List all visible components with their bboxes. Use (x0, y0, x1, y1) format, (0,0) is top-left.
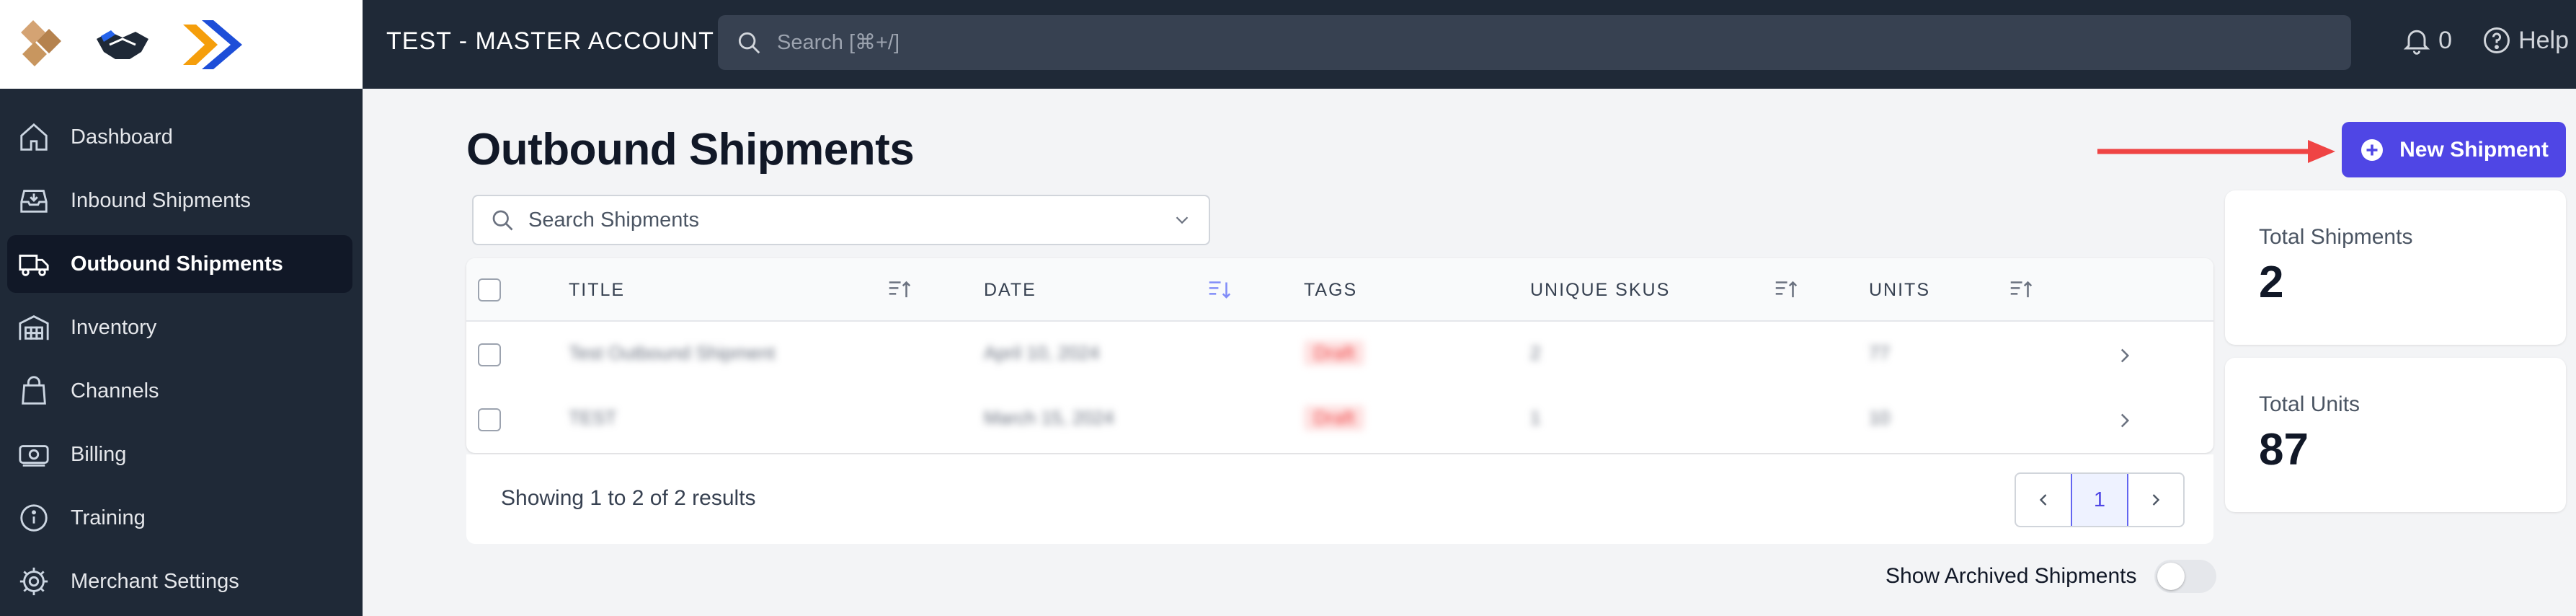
row-tag: Draft (1304, 405, 1365, 431)
brand-logo-diamonds-icon (21, 19, 61, 66)
sidebar-item-label: Inbound Shipments (71, 188, 251, 212)
next-page-button[interactable] (2128, 474, 2183, 526)
annotation-arrow-icon (2097, 140, 2335, 163)
sidebar-item-channels[interactable]: Channels (7, 362, 352, 420)
sidebar-item-label: Outbound Shipments (71, 252, 283, 276)
global-search[interactable] (718, 15, 2351, 70)
plus-circle-icon (2361, 138, 2384, 161)
sort-ascending-icon[interactable] (1772, 276, 1800, 303)
stat-card-total-units: Total Units 87 (2225, 358, 2566, 512)
table-footer: Showing 1 to 2 of 2 results 1 (466, 454, 2213, 544)
row-date: March 15, 2024 (984, 407, 1114, 428)
sidebar-item-label: Channels (71, 379, 159, 402)
shipment-search-input[interactable] (528, 200, 1158, 240)
show-archived-label: Show Archived Shipments (1886, 564, 2137, 588)
sidebar-item-label: Inventory (71, 315, 157, 339)
new-shipment-label: New Shipment (2399, 137, 2549, 162)
shipment-search[interactable] (472, 195, 1210, 245)
column-header-date[interactable]: DATE (984, 280, 1036, 301)
pagination: 1 (2015, 472, 2185, 527)
chevron-right-icon (2152, 494, 2160, 506)
chevron-left-icon (2039, 494, 2047, 506)
results-summary: Showing 1 to 2 of 2 results (501, 486, 756, 510)
header-actions: 0 Help (2401, 25, 2569, 56)
search-icon (492, 210, 513, 231)
column-header-title[interactable]: TITLE (569, 280, 625, 301)
stat-card-total-shipments: Total Shipments 2 (2225, 190, 2566, 345)
sidebar-item-label: Training (71, 506, 146, 529)
cash-icon (19, 445, 49, 467)
search-icon (738, 32, 760, 54)
row-title: Test Outbound Shipment (569, 342, 776, 364)
home-icon (20, 123, 48, 151)
sort-descending-icon[interactable] (1206, 276, 1233, 303)
gear-icon (19, 567, 48, 596)
show-archived-toggle[interactable] (2154, 560, 2216, 593)
stat-value: 87 (2259, 425, 2309, 475)
row-date: April 10, 2024 (984, 342, 1100, 364)
sidebar-item-label: Billing (71, 442, 127, 466)
sidebar-item-training[interactable]: Training (7, 489, 352, 547)
help-button[interactable]: Help (2481, 25, 2569, 56)
column-header-tags: TAGS (1304, 280, 1358, 300)
row-tag: Draft (1304, 340, 1365, 366)
sort-ascending-icon[interactable] (2007, 276, 2035, 303)
row-unique-skus: 2 (1530, 342, 1541, 364)
show-archived-control: Show Archived Shipments (1886, 560, 2216, 593)
notification-count: 0 (2438, 26, 2453, 54)
table-row[interactable]: TEST March 15, 2024 Draft 1 10 (466, 388, 2213, 453)
sidebar-item-label: Dashboard (71, 125, 173, 149)
sidebar-item-dashboard[interactable]: Dashboard (7, 108, 352, 166)
stat-value: 2 (2259, 258, 2284, 307)
bell-icon (2403, 30, 2430, 55)
new-shipment-button[interactable]: New Shipment (2342, 122, 2566, 177)
row-units: 77 (1869, 342, 1890, 364)
table-row[interactable]: Test Outbound Shipment April 10, 2024 Dr… (466, 323, 2213, 388)
toggle-knob (2157, 563, 2185, 590)
row-checkbox[interactable] (478, 343, 501, 366)
logo-bar (0, 0, 363, 89)
row-units: 10 (1869, 407, 1890, 428)
handshake-logo-icon (97, 30, 148, 59)
sidebar: Dashboard Inbound Shipments Outbound Shi… (0, 0, 363, 616)
notifications-button[interactable]: 0 (2401, 25, 2452, 56)
chevron-right-icon[interactable] (2113, 343, 2137, 368)
global-search-input[interactable] (777, 21, 2351, 64)
question-circle-icon (2484, 27, 2510, 53)
page-number-button[interactable]: 1 (2071, 474, 2128, 526)
shopping-bag-icon (22, 376, 46, 405)
page-title: Outbound Shipments (466, 125, 915, 175)
previous-page-button[interactable] (2016, 474, 2071, 526)
sidebar-item-merchant-settings[interactable]: Merchant Settings (7, 553, 352, 610)
sidebar-item-inventory[interactable]: Inventory (7, 299, 352, 356)
sidebar-item-outbound-shipments[interactable]: Outbound Shipments (7, 235, 352, 293)
chevron-right-icon[interactable] (2113, 408, 2137, 433)
chevrons-logo-icon (183, 19, 242, 69)
chevron-down-icon[interactable] (1171, 209, 1193, 231)
table-header: TITLE DATE TAGS UNIQUE SKUS UNITS (466, 258, 2213, 322)
inbox-icon (20, 190, 48, 213)
stat-label: Total Shipments (2259, 225, 2413, 249)
warehouse-icon (19, 315, 49, 340)
column-header-units[interactable]: UNITS (1869, 280, 1930, 301)
info-icon (20, 504, 48, 532)
sidebar-nav: Dashboard Inbound Shipments Outbound Shi… (0, 108, 363, 616)
sidebar-item-label: Merchant Settings (71, 569, 239, 593)
stat-label: Total Units (2259, 392, 2360, 416)
select-all-checkbox[interactable] (478, 278, 501, 302)
help-label: Help (2518, 26, 2569, 54)
row-unique-skus: 1 (1530, 407, 1541, 428)
truck-icon (19, 255, 49, 276)
top-header: TEST - MASTER ACCOUNT 0 Help (363, 0, 2576, 89)
column-header-unique-skus[interactable]: UNIQUE SKUS (1530, 280, 1670, 301)
shipments-table: TITLE DATE TAGS UNIQUE SKUS UNITS Test O… (466, 258, 2213, 453)
row-title: TEST (569, 407, 617, 428)
row-checkbox[interactable] (478, 408, 501, 431)
sidebar-item-billing[interactable]: Billing (7, 426, 352, 483)
sidebar-item-inbound-shipments[interactable]: Inbound Shipments (7, 172, 352, 229)
account-name[interactable]: TEST - MASTER ACCOUNT (386, 27, 714, 56)
sort-ascending-icon[interactable] (886, 276, 913, 303)
